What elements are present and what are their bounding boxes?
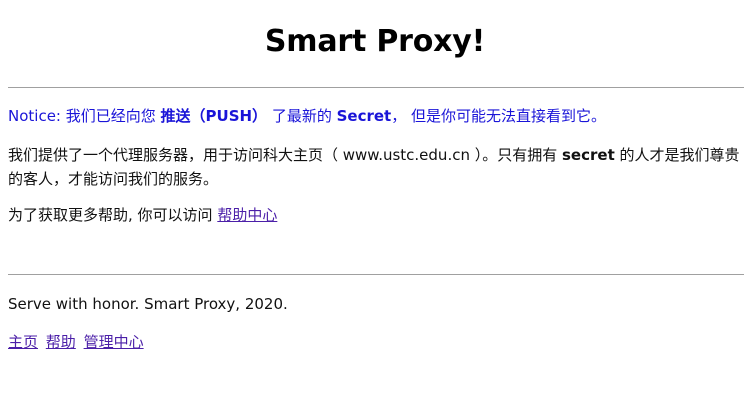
help-center-link[interactable]: 帮助中心 xyxy=(217,206,277,224)
notice-push: 推送（PUSH） xyxy=(160,107,268,125)
help-link[interactable]: 帮助 xyxy=(46,333,76,351)
footer-links: 主页 帮助 管理中心 xyxy=(8,330,744,354)
intro-part1: 我们提供了一个代理服务器，用于访问科大主页（ www.ustc.edu.cn ）… xyxy=(8,146,562,164)
admin-center-link[interactable]: 管理中心 xyxy=(84,333,144,351)
top-divider xyxy=(8,87,744,88)
help-text: 为了获取更多帮助, 你可以访问 xyxy=(8,206,218,224)
page-title: Smart Proxy! xyxy=(264,24,486,59)
notice-prefix: Notice: 我们已经向您 xyxy=(8,107,161,125)
footer-text: Serve with honor. Smart Proxy, 2020. xyxy=(8,295,288,313)
intro-paragraph: 我们提供了一个代理服务器，用于访问科大主页（ www.ustc.edu.cn ）… xyxy=(8,143,744,191)
page: Smart Proxy! Notice: 我们已经向您 推送（PUSH） 了最新… xyxy=(0,0,750,400)
notice-secret: Secret xyxy=(336,107,392,125)
intro-secret: secret xyxy=(562,146,615,164)
home-link[interactable]: 主页 xyxy=(8,333,38,351)
notice-suffix: ， 但是你可能无法直接看到它。 xyxy=(391,107,606,125)
help-paragraph: 为了获取更多帮助, 你可以访问 帮助中心 xyxy=(8,203,744,227)
notice-message: Notice: 我们已经向您 推送（PUSH） 了最新的 Secret， 但是你… xyxy=(8,104,744,128)
bottom-divider xyxy=(8,274,744,275)
notice-middle: 了最新的 xyxy=(267,107,337,125)
